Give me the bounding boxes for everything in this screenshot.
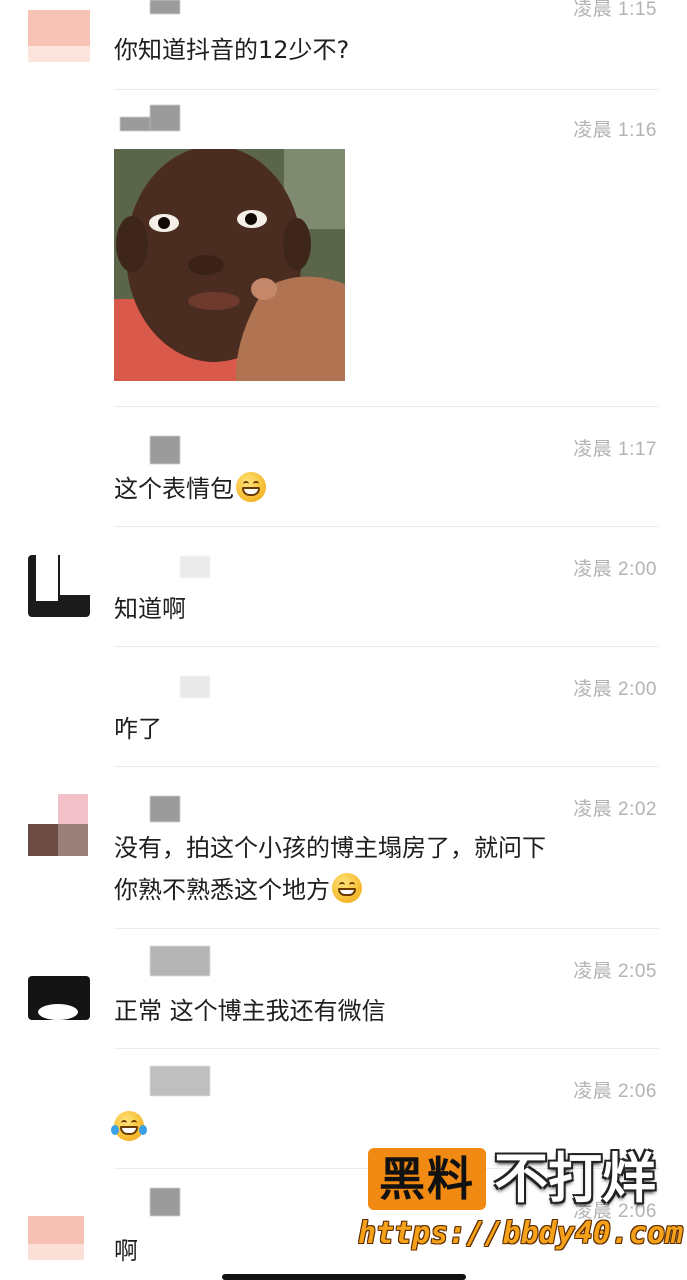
sender-name — [150, 1188, 180, 1216]
sender-name — [150, 105, 180, 131]
sender-name — [180, 556, 210, 578]
divider — [114, 526, 659, 527]
divider — [114, 1048, 659, 1049]
avatar[interactable] — [28, 555, 90, 617]
message-text: 你熟不熟悉这个地方 — [114, 870, 362, 905]
message-time: 凌晨 2:02 — [573, 799, 657, 820]
sender-name — [150, 1066, 210, 1096]
divider — [114, 766, 659, 767]
watermark-box: 黑料 — [368, 1148, 486, 1210]
divider — [114, 89, 659, 90]
message-time: 凌晨 2:00 — [573, 679, 657, 700]
avatar[interactable] — [28, 10, 90, 62]
message-text: 你知道抖音的12少不? — [114, 36, 350, 64]
message-text-content: 你熟不熟悉这个地方 — [114, 876, 330, 904]
message-text: 知道啊 — [114, 595, 186, 623]
message-image[interactable] — [114, 149, 345, 381]
watermark-url: https://bbdy40.com — [358, 1216, 684, 1251]
avatar[interactable] — [28, 976, 90, 1020]
divider — [114, 928, 659, 929]
sender-name — [150, 0, 180, 14]
message-time: 凌晨 2:06 — [573, 1081, 657, 1102]
chat-history: 凌晨 1:15 你知道抖音的12少不? 凌晨 1:16 凌晨 1:17 这个表情… — [0, 0, 687, 1280]
grinning-face-icon — [332, 873, 362, 903]
watermark: 黑料 不打烊 https://bbdy40.com — [358, 1146, 683, 1256]
sender-name — [120, 117, 150, 131]
message-text: 啊 — [114, 1237, 138, 1265]
sender-name — [150, 796, 180, 822]
sender-name — [150, 436, 180, 464]
divider — [114, 406, 659, 407]
sender-name — [180, 676, 210, 698]
sender-name — [150, 946, 210, 976]
avatar[interactable] — [28, 794, 90, 856]
message-time: 凌晨 1:17 — [573, 439, 657, 460]
avatar[interactable] — [28, 1216, 90, 1260]
message-text: 这个表情包 — [114, 469, 266, 504]
message-time: 凌晨 1:15 — [573, 0, 657, 20]
message-text: 没有，拍这个小孩的博主塌房了，就问下 — [114, 834, 546, 862]
message-text: 咋了 — [114, 715, 162, 743]
grinning-face-icon — [236, 472, 266, 502]
home-indicator[interactable] — [222, 1274, 466, 1280]
message-text: 正常 这个博主我还有微信 — [114, 997, 386, 1025]
tears-of-joy-icon — [111, 1111, 147, 1141]
message-time: 凌晨 1:16 — [573, 120, 657, 141]
message-text-content: 这个表情包 — [114, 475, 234, 503]
child-photo — [114, 149, 345, 381]
message-time: 凌晨 2:05 — [573, 961, 657, 982]
message-time: 凌晨 2:00 — [573, 559, 657, 580]
watermark-text: 不打烊 — [494, 1147, 656, 1210]
divider — [114, 646, 659, 647]
message-text — [111, 1111, 147, 1142]
